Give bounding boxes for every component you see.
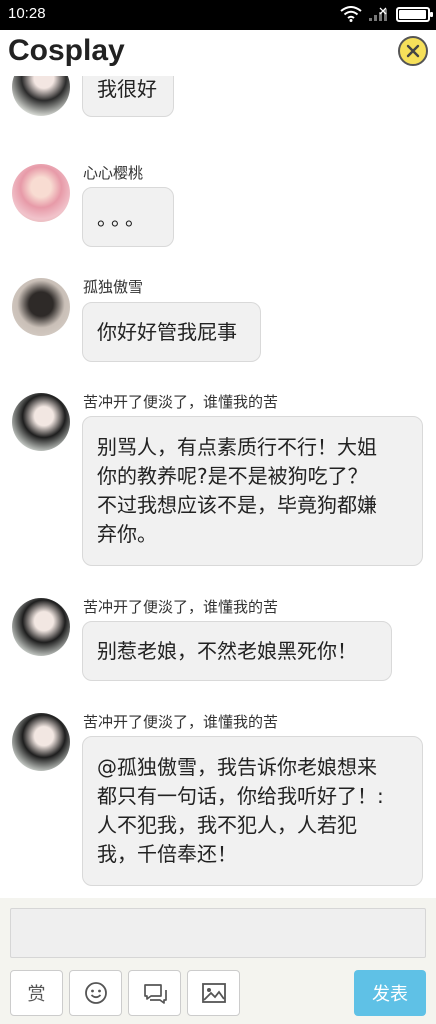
image-icon: [201, 983, 226, 1003]
wifi-icon: [340, 6, 362, 22]
list-item: 我很好: [0, 76, 436, 148]
image-button[interactable]: [187, 970, 240, 1016]
avatar[interactable]: [12, 76, 70, 116]
list-item: 苦冲开了便淡了，谁懂我的苦 别骂人，有点素质行不行！大姐 你的教养呢?是不是被狗…: [0, 388, 436, 568]
sender-name[interactable]: 心心樱桃: [83, 162, 143, 183]
sender-name[interactable]: 苦冲开了便淡了，谁懂我的苦: [83, 391, 278, 412]
message-bubble: 别骂人，有点素质行不行！大姐 你的教养呢?是不是被狗吃了？ 不过我想应该不是，毕…: [82, 416, 423, 566]
signal-icon: [369, 7, 387, 21]
message-text: 人不犯我，我不犯人，人若犯: [97, 813, 357, 837]
emoji-icon: [84, 982, 107, 1004]
comment-button[interactable]: [128, 970, 181, 1016]
comment-input[interactable]: [10, 908, 426, 958]
battery-icon: [396, 6, 433, 22]
message-text: 别骂人，有点素质行不行！大姐: [97, 435, 377, 459]
message-text: 我很好: [97, 77, 157, 101]
message-text: 都只有一句话，你给我听好了！:: [97, 784, 384, 808]
sender-name[interactable]: 苦冲开了便淡了，谁懂我的苦: [83, 711, 278, 732]
message-bubble: 我很好: [82, 76, 174, 117]
sender-name[interactable]: 苦冲开了便淡了，谁懂我的苦: [83, 596, 278, 617]
status-time: 10:28: [8, 5, 46, 22]
reward-button[interactable]: 赏: [10, 970, 63, 1016]
status-bar: 10:28: [0, 0, 436, 30]
avatar[interactable]: [12, 598, 70, 656]
message-text: @孤独傲雪，我告诉你老娘想来: [97, 755, 377, 779]
comment-icon: [143, 984, 167, 1004]
send-button[interactable]: 发表: [354, 970, 426, 1016]
avatar[interactable]: [12, 393, 70, 451]
composer: 赏 发表: [0, 898, 436, 1024]
message-text: 你的教养呢?是不是被狗吃了？: [97, 464, 368, 488]
message-bubble: 别惹老娘，不然老娘黑死你！: [82, 621, 392, 681]
message-bubble: 你好好管我屁事: [82, 302, 261, 362]
message-text: 我，千倍奉还！: [97, 842, 237, 866]
list-item: 孤独傲雪 你好好管我屁事: [0, 272, 436, 372]
status-icons: [340, 6, 433, 22]
send-label: 发表: [372, 984, 408, 1005]
message-bubble: 。。。: [82, 187, 174, 247]
page-title: Cosplay: [8, 34, 125, 67]
message-text: 弃你。: [97, 522, 157, 546]
avatar[interactable]: [12, 278, 70, 336]
chat-list[interactable]: 我很好 心心樱桃 。。。 孤独傲雪 你好好管我屁事 苦冲开了便淡了，谁懂我的苦 …: [0, 76, 436, 898]
close-icon: [406, 44, 420, 58]
list-item: 心心樱桃 。。。: [0, 158, 436, 258]
message-text: 不过我想应该不是，毕竟狗都嫌: [97, 493, 377, 517]
close-button[interactable]: [398, 36, 428, 66]
message-text: 。。。: [97, 206, 149, 230]
list-item: 苦冲开了便淡了，谁懂我的苦 @孤独傲雪，我告诉你老娘想来 都只有一句话，你给我听…: [0, 708, 436, 890]
app-header: Cosplay: [0, 30, 436, 76]
reward-label: 赏: [27, 984, 46, 1005]
avatar[interactable]: [12, 713, 70, 771]
avatar[interactable]: [12, 164, 70, 222]
sender-name[interactable]: 孤独傲雪: [83, 276, 143, 297]
message-text: 别惹老娘，不然老娘黑死你！: [97, 639, 357, 663]
message-text: 你好好管我屁事: [97, 320, 237, 344]
emoji-button[interactable]: [69, 970, 122, 1016]
list-item: 苦冲开了便淡了，谁懂我的苦 别惹老娘，不然老娘黑死你！: [0, 593, 436, 693]
message-bubble: @孤独傲雪，我告诉你老娘想来 都只有一句话，你给我听好了！: 人不犯我，我不犯人…: [82, 736, 423, 886]
